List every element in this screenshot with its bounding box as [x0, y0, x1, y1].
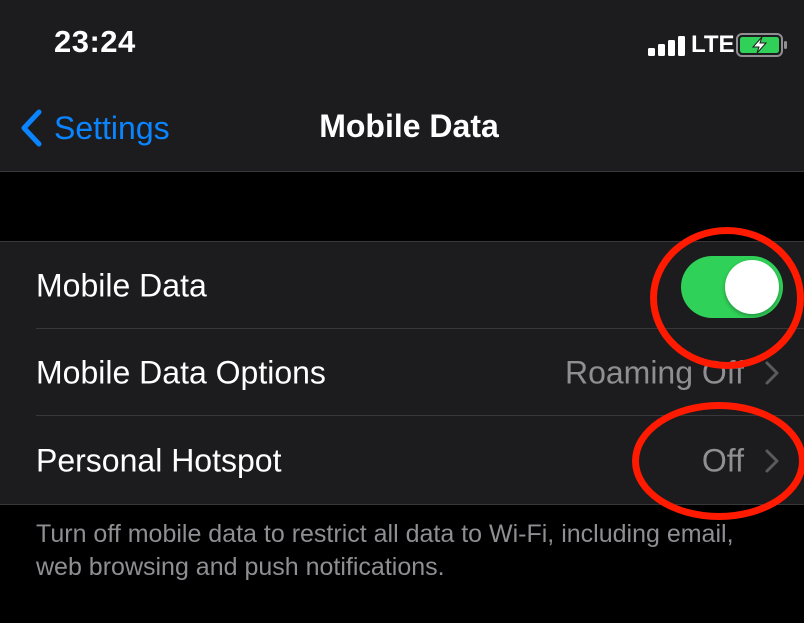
- header-divider: [0, 171, 804, 172]
- network-type: LTE: [691, 31, 735, 58]
- chevron-right-icon: [765, 449, 779, 472]
- status-time: 23:24: [54, 24, 136, 59]
- mobile-data-label: Mobile Data: [36, 267, 207, 303]
- settings-group: Mobile Data Mobile Data Options Roaming …: [0, 242, 804, 504]
- signal-strength-icon: [648, 36, 688, 56]
- header-area: 23:24 LTE Settings Mobile Data: [0, 0, 804, 171]
- mobile-data-options-row[interactable]: Mobile Data Options Roaming Off: [0, 329, 804, 416]
- personal-hotspot-row[interactable]: Personal Hotspot Off: [0, 417, 804, 504]
- battery-charging-icon: [736, 33, 787, 57]
- group-bottom-divider: [0, 504, 804, 505]
- personal-hotspot-value: Off: [701, 442, 744, 478]
- mobile-data-options-label: Mobile Data Options: [36, 354, 326, 390]
- chevron-right-icon: [765, 361, 779, 384]
- mobile-data-toggle[interactable]: [681, 256, 783, 318]
- mobile-data-row: Mobile Data: [0, 242, 804, 329]
- mobile-data-settings-screen: 23:24 LTE Settings Mobile Data Mobile Da…: [0, 0, 804, 623]
- row-divider: [36, 415, 804, 416]
- mobile-data-footer-note: Turn off mobile data to restrict all dat…: [36, 520, 734, 581]
- roaming-status-value: Roaming Off: [564, 354, 744, 390]
- personal-hotspot-label: Personal Hotspot: [36, 442, 282, 478]
- toggle-knob: [725, 260, 779, 314]
- page-title: Mobile Data: [319, 108, 499, 144]
